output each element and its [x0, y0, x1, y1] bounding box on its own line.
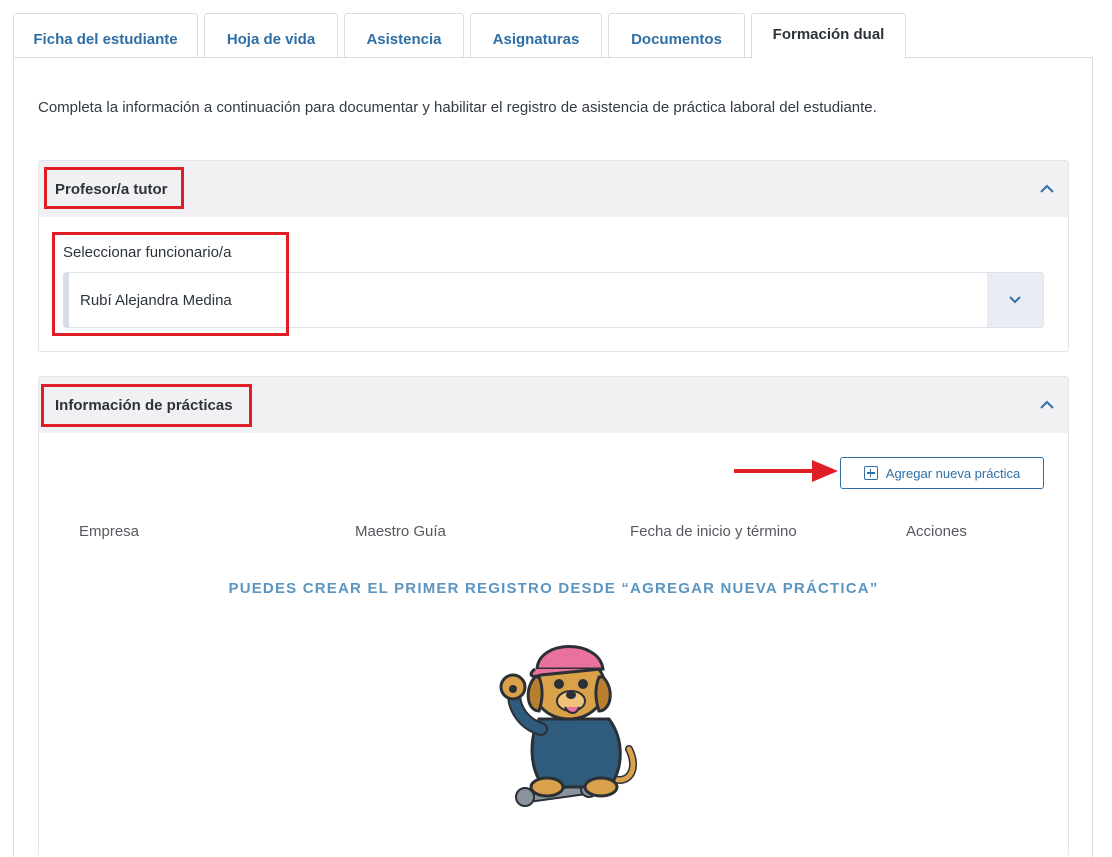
add-practice-label: Agregar nueva práctica	[885, 465, 1021, 481]
column-header-acciones: Acciones	[906, 523, 967, 540]
chevron-up-icon[interactable]	[1038, 396, 1056, 414]
empty-state-message: PUEDES CREAR EL PRIMER REGISTRO DESDE “A…	[228, 580, 879, 597]
tab-asistencia[interactable]: Asistencia	[344, 13, 464, 58]
add-practice-button[interactable]: Agregar nueva práctica	[840, 457, 1044, 489]
practicas-panel: Información de prácticas Agregar nueva p…	[38, 376, 1069, 856]
tab-asignaturas[interactable]: Asignaturas	[470, 13, 602, 58]
highlight-profesor-tutor	[44, 167, 184, 209]
tab-formacion-dual[interactable]: Formación dual	[751, 13, 906, 59]
arrow-right-icon	[734, 460, 838, 482]
tab-documentos[interactable]: Documentos	[608, 13, 745, 58]
chevron-down-icon	[1009, 296, 1021, 304]
tab-hoja-de-vida[interactable]: Hoja de vida	[204, 13, 338, 58]
tab-bar: Ficha del estudiante Hoja de vida Asiste…	[13, 13, 912, 59]
dog-mechanic-illustration	[499, 645, 637, 807]
plus-square-icon	[863, 466, 878, 480]
highlight-informacion-practicas	[41, 384, 252, 427]
intro-text: Completa la información a continuación p…	[38, 99, 877, 116]
tab-ficha-estudiante[interactable]: Ficha del estudiante	[13, 13, 198, 58]
highlight-seleccionar-funcionario	[52, 232, 289, 336]
chevron-up-icon[interactable]	[1038, 180, 1056, 198]
dropdown-toggle-button[interactable]	[987, 273, 1043, 327]
column-header-empresa: Empresa	[79, 523, 140, 540]
tutor-panel-header[interactable]: Profesor/a tutor	[39, 161, 1068, 217]
column-header-fechas: Fecha de inicio y término	[630, 523, 797, 540]
column-header-maestro-guia: Maestro Guía	[355, 523, 446, 540]
